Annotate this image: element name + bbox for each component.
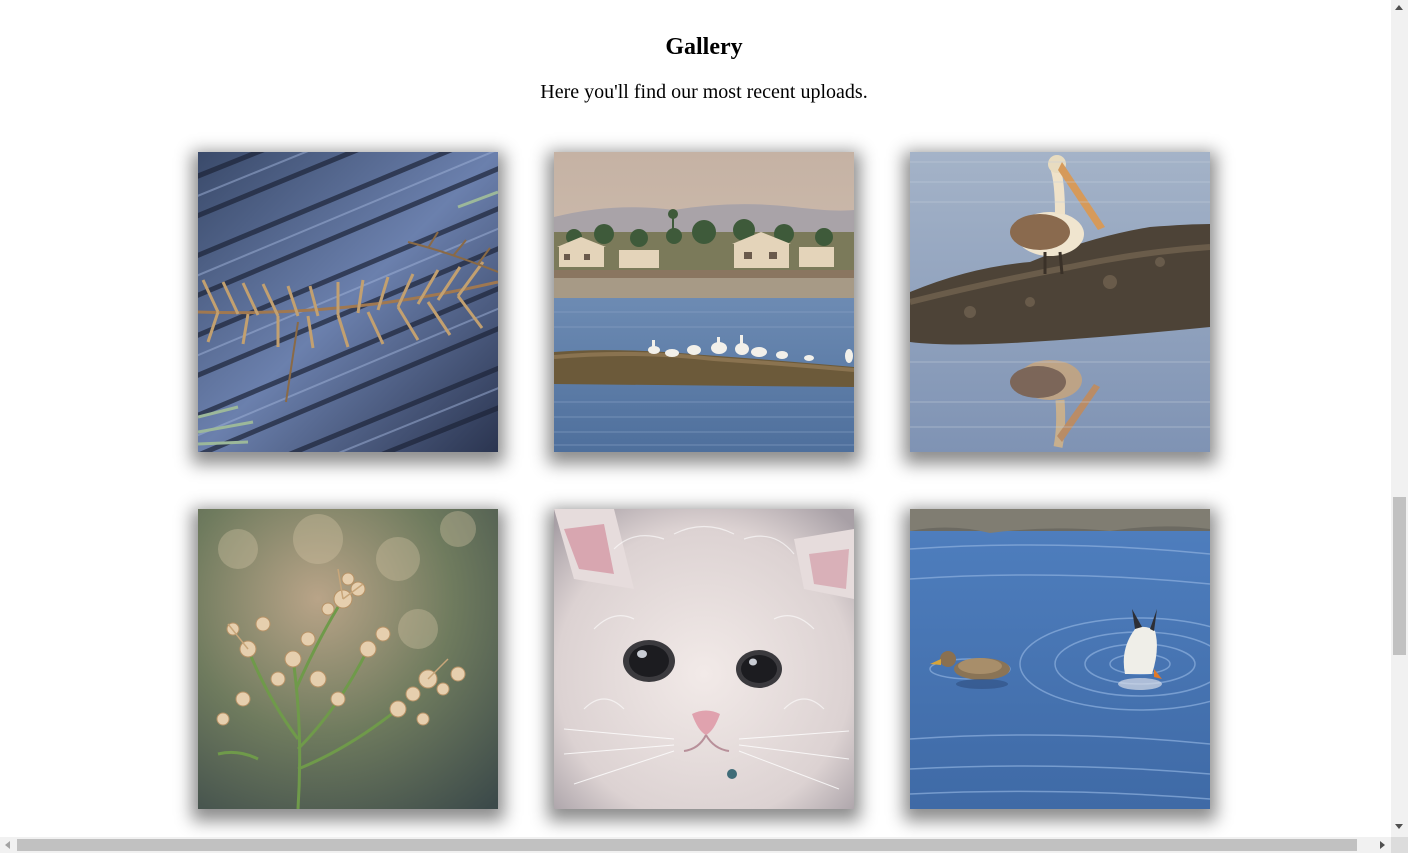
gallery-photo-pine-needles[interactable] [198,152,498,452]
pelican-rock-image [910,152,1210,452]
gallery-photo-pelican-rock[interactable] [910,152,1210,452]
page-title: Gallery [665,34,743,60]
gallery-photo-ducks[interactable] [910,509,1210,809]
scrollbar-corner [1391,837,1408,853]
scroll-down-arrow-icon[interactable] [1395,824,1403,829]
ducks-image [910,509,1210,809]
pelicans-marsh-image [554,152,854,452]
scroll-right-arrow-icon[interactable] [1380,841,1385,849]
horizontal-scrollbar-thumb[interactable] [17,839,1357,851]
horizontal-scrollbar[interactable] [0,837,1391,853]
vertical-scrollbar[interactable] [1391,0,1408,837]
scroll-up-arrow-icon[interactable] [1395,5,1403,10]
page: Gallery Here you'll find our most recent… [0,0,1391,837]
pine-needles-image [198,152,498,452]
gallery-photo-wildflowers[interactable] [198,509,498,809]
vertical-scrollbar-thumb[interactable] [1393,497,1406,655]
gallery-photo-pelicans-marsh[interactable] [554,152,854,452]
kitten-image [554,509,854,809]
wildflowers-image [198,509,498,809]
gallery-photo-kitten[interactable] [554,509,854,809]
scroll-left-arrow-icon[interactable] [5,841,10,849]
page-subtitle: Here you'll find our most recent uploads… [540,81,868,103]
